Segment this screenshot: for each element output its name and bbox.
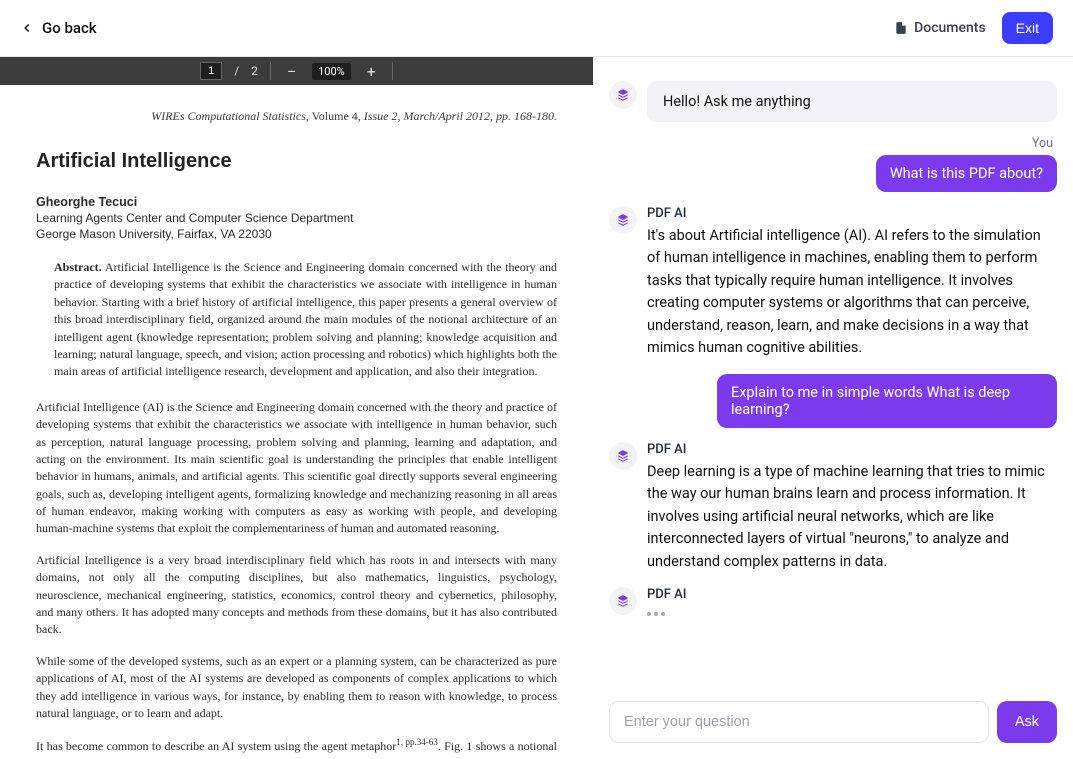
ai-avatar: [609, 587, 637, 615]
total-pages: 2: [251, 64, 258, 78]
ai-avatar: [609, 81, 637, 109]
ai-message-text: Deep learning is a type of machine learn…: [647, 461, 1057, 573]
pdf-paragraph: It has become common to describe an AI s…: [36, 736, 557, 759]
main-content: / 2 − 100% + WIREs Computational Statist…: [0, 56, 1073, 759]
pdf-author: Gheorghe Tecuci: [36, 195, 557, 209]
chevron-left-icon: [20, 21, 34, 35]
pdf-paragraph: Artificial Intelligence is a very broad …: [36, 552, 557, 639]
zoom-in-button[interactable]: +: [363, 62, 380, 81]
zoom-out-button[interactable]: −: [283, 62, 300, 81]
exit-button[interactable]: Exit: [1002, 12, 1053, 44]
ai-avatar: [609, 442, 637, 470]
pdf-toolbar: / 2 − 100% +: [0, 57, 593, 85]
user-message-block: Explain to me in simple words What is de…: [609, 374, 1057, 428]
ai-logo-icon: [616, 213, 630, 227]
documents-button[interactable]: Documents: [894, 20, 986, 36]
user-message-bubble: Explain to me in simple words What is de…: [717, 374, 1057, 428]
pdf-abstract: Abstract. Artificial Intelligence is the…: [54, 259, 557, 381]
ai-name-label: PDF AI: [647, 206, 1057, 221]
ai-greeting-row: Hello! Ask me anything: [609, 81, 1057, 122]
ai-name-label: PDF AI: [647, 442, 1057, 457]
ai-greeting-bubble: Hello! Ask me anything: [647, 81, 1057, 122]
current-page-input[interactable]: [200, 62, 222, 80]
app-header: Go back Documents Exit: [0, 0, 1073, 56]
toolbar-divider: [392, 62, 393, 80]
go-back-button[interactable]: Go back: [20, 19, 97, 37]
ai-message-col: PDF AI It's about Artificial intelligenc…: [647, 206, 1057, 360]
user-message-bubble: What is this PDF about?: [876, 155, 1057, 192]
ai-avatar: [609, 206, 637, 234]
ai-logo-icon: [616, 449, 630, 463]
pdf-paragraph: Artificial Intelligence (AI) is the Scie…: [36, 399, 557, 538]
ai-loading-row: PDF AI: [609, 587, 1057, 622]
pdf-page-content[interactable]: WIREs Computational Statistics, Volume 4…: [0, 85, 593, 759]
ask-button[interactable]: Ask: [997, 701, 1057, 743]
toolbar-divider: [270, 62, 271, 80]
zoom-level[interactable]: 100%: [312, 63, 351, 80]
pdf-citation: WIREs Computational Statistics, Volume 4…: [36, 109, 557, 124]
user-message-block: You What is this PDF about?: [609, 136, 1057, 192]
pdf-paragraph: While some of the developed systems, suc…: [36, 653, 557, 723]
you-label: You: [1032, 136, 1057, 151]
ai-message-text: It's about Artificial intelligence (AI).…: [647, 225, 1057, 360]
ai-logo-icon: [616, 88, 630, 102]
pdf-title: Artificial Intelligence: [36, 150, 557, 173]
go-back-label: Go back: [42, 19, 97, 37]
page-separator: /: [234, 64, 239, 78]
ai-message-row: PDF AI Deep learning is a type of machin…: [609, 442, 1057, 573]
ai-message-col: PDF AI Deep learning is a type of machin…: [647, 442, 1057, 573]
chat-input[interactable]: [609, 701, 989, 743]
ai-logo-icon: [616, 594, 630, 608]
pdf-affiliation-2: George Mason University, Fairfax, VA 220…: [36, 227, 557, 241]
pdf-affiliation-1: Learning Agents Center and Computer Scie…: [36, 211, 557, 225]
pdf-viewer-pane: / 2 − 100% + WIREs Computational Statist…: [0, 57, 593, 759]
chat-pane: Hello! Ask me anything You What is this …: [593, 57, 1073, 759]
chat-input-row: Ask: [609, 685, 1057, 743]
ai-name-label: PDF AI: [647, 587, 1057, 602]
documents-label: Documents: [914, 20, 986, 36]
ai-message-row: PDF AI It's about Artificial intelligenc…: [609, 206, 1057, 360]
ai-message-col: PDF AI: [647, 587, 1057, 622]
loading-indicator: [647, 606, 1057, 622]
document-icon: [894, 20, 908, 36]
header-actions: Documents Exit: [894, 12, 1053, 44]
